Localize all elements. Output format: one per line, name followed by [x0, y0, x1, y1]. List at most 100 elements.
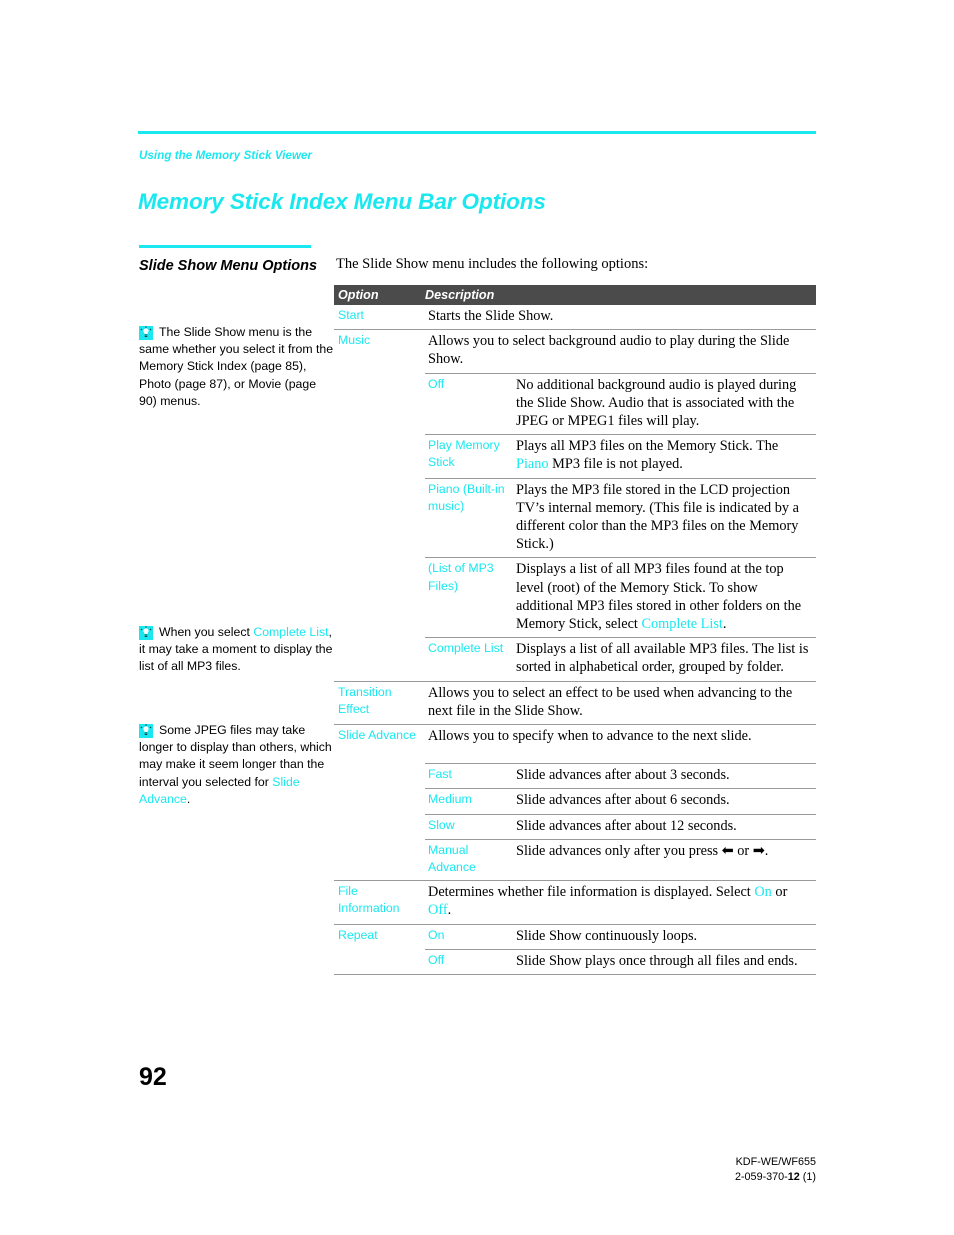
option-description-link-off[interactable]: Off: [428, 902, 448, 918]
page-title: Memory Stick Index Menu Bar Options: [138, 189, 546, 214]
suboption-label[interactable]: Complete List: [425, 638, 515, 680]
tip-note-3-text-before: Some JPEG files may take longer to displ…: [139, 723, 332, 789]
tip-bulb-icon: [139, 326, 153, 340]
suboption-description: Slide advances after about 12 seconds.: [516, 817, 737, 834]
table-gutter: [334, 749, 425, 880]
suboption-table: Off No additional background audio is pl…: [425, 372, 816, 681]
table-row: Transition Effect Allows you to select a…: [334, 680, 816, 724]
intro-text: The Slide Show menu includes the followi…: [336, 256, 649, 272]
table-row: Slide Advance Allows you to specify when…: [334, 724, 816, 749]
tip-note-2-link[interactable]: Complete List: [253, 625, 328, 639]
column-header-option: Option: [338, 288, 379, 302]
arrow-left-icon: ⬅: [721, 842, 734, 859]
tip-note-2-text-before: When you select: [159, 625, 254, 639]
slide-advance-suboptions: Fast Slide advances after about 3 second…: [334, 749, 816, 880]
document-number: 2-059-370-12 (1): [735, 1170, 816, 1185]
header-rule: [138, 131, 816, 134]
suboption-label[interactable]: Fast: [425, 764, 515, 788]
table-row: Repeat On Slide Show continuously loops.…: [334, 923, 816, 974]
option-label[interactable]: Repeat: [334, 925, 425, 974]
table-spacer: [425, 749, 816, 763]
document-number-suffix: (1): [799, 1171, 816, 1183]
suboption-table: Fast Slide advances after about 3 second…: [425, 749, 816, 880]
suboption-description-link[interactable]: Complete List: [641, 616, 722, 632]
breadcrumb: Using the Memory Stick Viewer: [139, 150, 313, 162]
table-subrow: Off Slide Show plays once through all fi…: [425, 948, 816, 974]
table-subrow: Piano (Built-in music) Plays the MP3 fil…: [425, 477, 816, 558]
option-label[interactable]: Music: [334, 330, 425, 372]
tip-note-2-text: When you select Complete List, it may ta…: [139, 624, 335, 676]
table-bottom-rule: [334, 974, 816, 976]
table-subrow: Medium Slide advances after about 6 seco…: [425, 788, 816, 813]
suboption-description: Slide advances only after you press ⬅ or…: [515, 840, 816, 880]
suboption-label[interactable]: Slow: [425, 815, 515, 839]
suboption-label[interactable]: Manual Advance: [425, 840, 515, 880]
suboption-label[interactable]: (List of MP3 Files): [425, 558, 515, 637]
option-description: Starts the Slide Show.: [428, 308, 554, 324]
option-label[interactable]: Start: [334, 305, 425, 329]
suboption-label[interactable]: Medium: [425, 789, 515, 813]
suboption-description: Slide Show continuously loops.: [516, 927, 698, 944]
table-subrow: Fast Slide advances after about 3 second…: [425, 763, 816, 788]
option-description-mid: or: [771, 884, 788, 901]
table-header-row: Option Description: [334, 285, 816, 305]
suboption-description-before: Plays all MP3 files on the Memory Stick.…: [516, 438, 779, 455]
suboption-description: Plays the MP3 file stored in the LCD pro…: [516, 481, 799, 553]
suboption-label[interactable]: On: [425, 925, 515, 949]
document-page: Using the Memory Stick Viewer Memory Sti…: [0, 0, 954, 1235]
colophon: KDF-WE/WF655 2-059-370-12 (1): [735, 1155, 816, 1185]
table-subrow: Manual Advance Slide advances only after…: [425, 838, 816, 880]
suboption-description-before: Slide advances only after you press: [516, 842, 722, 859]
tip-note-1: The Slide Show menu is the same whether …: [139, 324, 335, 410]
tip-note-3-text: Some JPEG files may take longer to displ…: [139, 722, 335, 808]
tip-note-3: Some JPEG files may take longer to displ…: [139, 722, 335, 808]
suboption-label[interactable]: Off: [425, 374, 515, 435]
option-description-after: .: [447, 902, 452, 919]
suboption-label[interactable]: Piano (Built-in music): [425, 479, 515, 558]
suboption-description: Slide Show plays once through all files …: [516, 952, 798, 969]
tip-note-2: When you select Complete List, it may ta…: [139, 624, 335, 676]
document-number-bold: 12: [787, 1171, 800, 1183]
suboption-description: Slide advances after about 3 seconds.: [516, 767, 730, 784]
table-subrow: Complete List Displays a list of all ava…: [425, 637, 816, 680]
music-suboptions: Off No additional background audio is pl…: [334, 372, 816, 681]
option-description: Allows you to specify when to advance to…: [428, 728, 752, 745]
table-subrow: Off No additional background audio is pl…: [425, 372, 816, 435]
table-row: File Information Determines whether file…: [334, 880, 816, 923]
table-gutter: [334, 373, 425, 681]
table-subrow: (List of MP3 Files) Displays a list of a…: [425, 557, 816, 637]
suboption-label[interactable]: Play Memory Stick: [425, 435, 515, 477]
document-number-prefix: 2-059-370-: [734, 1171, 788, 1183]
suboption-description: Displays a list of all MP3 files found a…: [515, 558, 816, 637]
suboption-description-after: .: [722, 616, 727, 633]
suboption-label[interactable]: Off: [425, 950, 515, 974]
suboption-description-mid: or: [733, 842, 753, 859]
tip-bulb-icon: [139, 626, 153, 640]
slide-show-options-table: Option Description Start Starts the Slid…: [334, 285, 816, 976]
sidebar-heading: Slide Show Menu Options: [139, 258, 318, 274]
column-header-description: Description: [425, 288, 495, 302]
arrow-right-icon: ➡: [752, 842, 765, 859]
suboption-description: Slide advances after about 6 seconds.: [516, 792, 730, 809]
option-description: Allows you to select an effect to be use…: [428, 684, 793, 719]
option-description-before: Determines whether file information is d…: [428, 884, 755, 901]
suboption-description: No additional background audio is played…: [516, 376, 797, 430]
tip-bulb-icon: [139, 724, 153, 738]
table-subrow: Slow Slide advances after about 12 secon…: [425, 813, 816, 839]
option-description-link-on[interactable]: On: [754, 884, 771, 900]
suboption-description: Displays a list of all available MP3 fil…: [516, 641, 809, 676]
model-number: KDF-WE/WF655: [735, 1156, 816, 1168]
suboption-description: Plays all MP3 files on the Memory Stick.…: [515, 435, 816, 477]
sidebar-heading-rule: [139, 245, 311, 248]
option-label[interactable]: Transition Effect: [334, 682, 425, 724]
option-label[interactable]: File Information: [334, 881, 425, 923]
option-label[interactable]: Slide Advance: [334, 725, 425, 749]
tip-note-3-text-after: .: [186, 791, 191, 806]
option-description: Determines whether file information is d…: [425, 881, 816, 923]
page-number: 92: [139, 1063, 167, 1091]
table-row: Start Starts the Slide Show.: [334, 305, 816, 329]
suboption-description-link[interactable]: Piano: [516, 456, 549, 472]
option-description: Allows you to select background audio to…: [428, 333, 790, 368]
table-subrow: Play Memory Stick Plays all MP3 files on…: [425, 434, 816, 477]
table-subrow: On Slide Show continuously loops.: [425, 925, 816, 949]
